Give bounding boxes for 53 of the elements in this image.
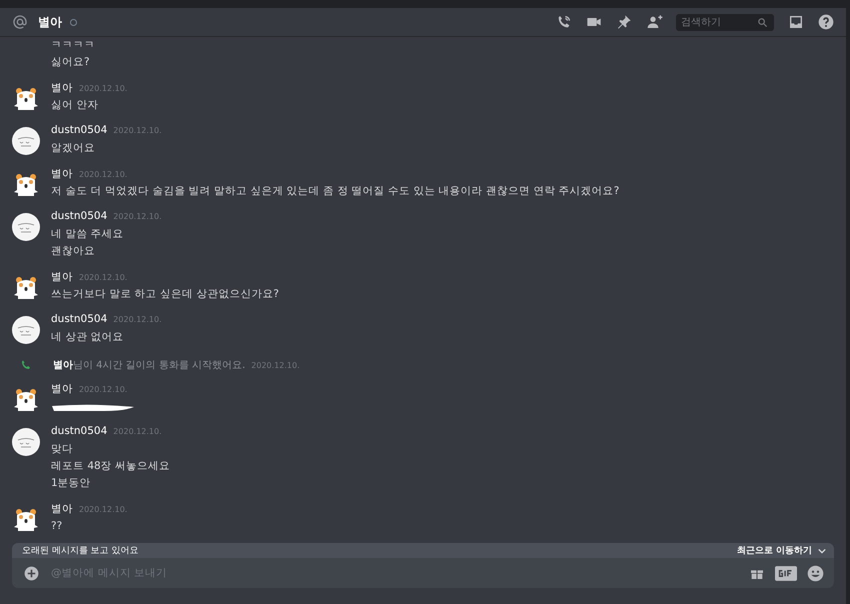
author-name[interactable]: 별아 (51, 382, 73, 396)
pin-icon[interactable] (616, 14, 632, 30)
author-name[interactable]: dustn0504 (51, 210, 108, 222)
emoji-icon[interactable] (807, 564, 824, 582)
channel-name: 별아 (38, 14, 62, 30)
message-text: ?? (51, 519, 64, 534)
message-text: 네 말씀 주세요 (51, 227, 125, 242)
author-name[interactable]: 별아 (51, 502, 73, 516)
at-sign-icon (12, 14, 28, 30)
author-name[interactable]: 별아 (51, 81, 73, 95)
timestamp: 2020.12.10. (79, 273, 128, 282)
message-text: 저 술도 더 먹었겠다 술김을 빌려 말하고 싶은게 있는데 좀 정 떨어질 수도 있는 내용이라 괜찮으면 연락 주시겠어요? (51, 184, 620, 199)
timestamp: 2020.12.10. (113, 126, 162, 135)
phone-icon (20, 359, 32, 371)
timestamp: 2020.12.10. (79, 505, 128, 514)
gif-icon[interactable] (775, 566, 797, 580)
timestamp: 2020.12.10. (251, 360, 300, 370)
sketch-avatar[interactable] (12, 127, 40, 155)
message-text: ㅋㅋㅋㅋ (51, 38, 96, 53)
jump-to-present-button[interactable]: 최근으로 이동하기 (736, 544, 826, 557)
chevron-icon (818, 546, 826, 554)
message-text: 싫어요? (51, 55, 91, 70)
timestamp: 2020.12.10. (113, 315, 162, 324)
timestamp: 2020.12.10. (79, 170, 128, 179)
message-text: 네 상관 없어요 (51, 330, 125, 345)
sketch-avatar[interactable] (12, 428, 40, 456)
sketch-avatar[interactable] (12, 316, 40, 344)
banner-text: 오래된 메시지를 보고 있어요 (22, 545, 139, 557)
timestamp: 2020.12.10. (79, 84, 128, 93)
author-name[interactable]: dustn0504 (51, 313, 108, 325)
message-text: 맞다 (51, 442, 74, 457)
add-friend-icon[interactable] (646, 14, 664, 30)
inbox-icon[interactable] (788, 14, 804, 30)
author-name[interactable]: dustn0504 (51, 425, 108, 437)
sketch-avatar[interactable] (12, 213, 40, 241)
help-icon[interactable] (818, 14, 834, 30)
author-name[interactable]: dustn0504 (51, 124, 108, 136)
add-icon[interactable] (24, 566, 39, 580)
message-text: 1분동안 (51, 476, 92, 491)
timestamp: 2020.12.10. (113, 212, 162, 221)
author-name[interactable]: 별아 (51, 270, 73, 284)
call-notice: 별아님이 4시간 길이의 통화를 시작했어요. (53, 359, 246, 372)
message-text: 괜찮아요 (51, 244, 96, 259)
search-field[interactable]: 검색하기 (676, 14, 774, 30)
message-text: 싫어 안자 (51, 98, 100, 113)
message-text: 레포트 48장 써놓으세요 (51, 459, 170, 474)
timestamp: 2020.12.10. (79, 385, 128, 394)
author-name[interactable]: 별아 (51, 167, 73, 181)
search-icon (757, 16, 768, 28)
message-text: 쓰는거보다 말로 하고 싶은데 상관없으신가요? (51, 287, 279, 302)
timestamp: 2020.12.10. (113, 427, 162, 436)
message-text: 알겠어요 (51, 141, 96, 156)
phone-call-icon[interactable] (556, 14, 572, 30)
